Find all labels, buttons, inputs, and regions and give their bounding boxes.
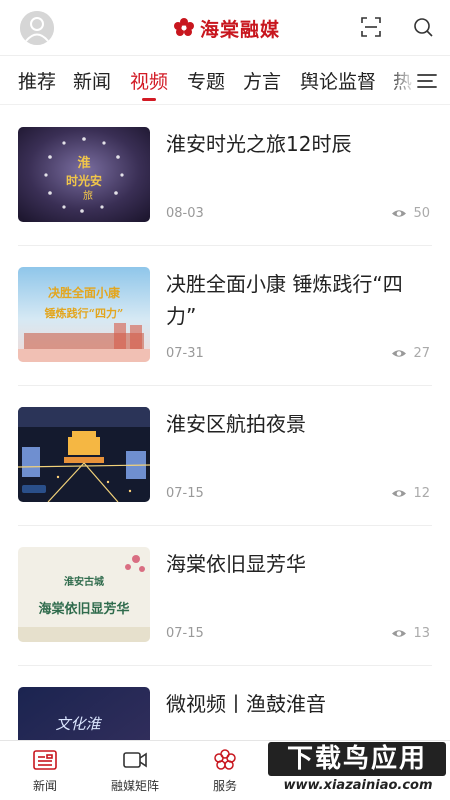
- svg-text:文化淮: 文化淮: [55, 715, 102, 733]
- flower-icon: [214, 749, 236, 770]
- list-item[interactable]: 淮安古城 海棠依旧显芳华 海棠依旧显芳华 07-15 13: [0, 526, 450, 666]
- svg-text:淮: 淮: [76, 155, 90, 171]
- news-icon: [33, 750, 57, 770]
- video-thumbnail: [18, 407, 150, 502]
- active-tab-indicator: [142, 98, 156, 101]
- watermark-title: 下载鸟应用: [268, 742, 446, 776]
- publish-date: 07-15: [166, 486, 204, 501]
- menu-icon[interactable]: [416, 71, 438, 91]
- svg-text:时光安: 时光安: [66, 173, 102, 188]
- video-camera-icon: [123, 752, 147, 768]
- tab-recommend[interactable]: 推荐: [18, 67, 56, 94]
- tab-public-opinion[interactable]: 舆论监督: [300, 67, 376, 94]
- eye-icon: [392, 490, 407, 497]
- eye-icon: [392, 210, 407, 217]
- user-icon: [20, 11, 54, 45]
- publish-date: 08-03: [166, 206, 204, 221]
- view-count: 27: [391, 346, 430, 361]
- tab-news[interactable]: 新闻: [73, 67, 111, 94]
- search-icon[interactable]: [412, 16, 434, 38]
- nav-services[interactable]: 服务: [180, 747, 270, 794]
- svg-text:淮安古城: 淮安古城: [64, 575, 104, 588]
- logo-text: 海棠融媒: [200, 18, 281, 41]
- nav-media-matrix[interactable]: 融媒矩阵: [90, 747, 180, 794]
- watermark-url: www.xiazainiao.com: [283, 778, 433, 793]
- publish-date: 07-15: [166, 626, 204, 641]
- video-thumbnail: 决胜全面小康 锤炼践行“四力”: [18, 267, 150, 362]
- svg-text:锤炼践行“四力”: 锤炼践行“四力”: [45, 306, 124, 320]
- video-thumbnail: 淮 时光安 旅: [18, 127, 150, 222]
- view-count: 13: [391, 626, 430, 641]
- view-count: 12: [391, 486, 430, 501]
- avatar[interactable]: [20, 11, 54, 45]
- list-item[interactable]: 淮安区航拍夜景 07-15 12: [0, 386, 450, 526]
- app-logo: 海棠融媒: [172, 14, 280, 42]
- channel-tabs: 推荐 新闻 视频 专题 方言 舆论监督 热: [0, 57, 450, 105]
- svg-text:决胜全面小康: 决胜全面小康: [48, 285, 121, 300]
- video-title: 微视频丨渔鼓淮音: [166, 692, 326, 716]
- publish-date: 07-31: [166, 346, 204, 361]
- video-title: 海棠依旧显芳华: [166, 552, 306, 576]
- view-count: 50: [391, 206, 430, 221]
- tab-topics[interactable]: 专题: [187, 67, 225, 94]
- svg-text:海棠依旧显芳华: 海棠依旧显芳华: [38, 601, 129, 617]
- tab-video[interactable]: 视频: [130, 67, 168, 94]
- watermark: 下载鸟应用 www.xiazainiao.com: [268, 742, 448, 796]
- eye-icon: [392, 630, 407, 637]
- tab-dialect[interactable]: 方言: [243, 67, 281, 94]
- video-title: 决胜全面小康 锤炼践行“四力”: [166, 272, 403, 328]
- app-header: 海棠融媒: [0, 0, 450, 56]
- list-item[interactable]: 淮 时光安 旅 淮安时光之旅12时辰 08-03 50: [0, 106, 450, 246]
- nav-news[interactable]: 新闻: [0, 747, 90, 794]
- video-thumbnail: 淮安古城 海棠依旧显芳华: [18, 547, 150, 642]
- video-title: 淮安区航拍夜景: [166, 412, 306, 436]
- video-title: 淮安时光之旅12时辰: [166, 132, 352, 156]
- eye-icon: [392, 350, 407, 357]
- begonia-logo-icon: [174, 18, 194, 36]
- list-item[interactable]: 决胜全面小康 锤炼践行“四力” 决胜全面小康 锤炼践行“四力” 07-31 27: [0, 246, 450, 386]
- svg-text:旅: 旅: [83, 189, 93, 202]
- scan-icon[interactable]: [360, 16, 382, 38]
- tabs-fade: [388, 57, 416, 104]
